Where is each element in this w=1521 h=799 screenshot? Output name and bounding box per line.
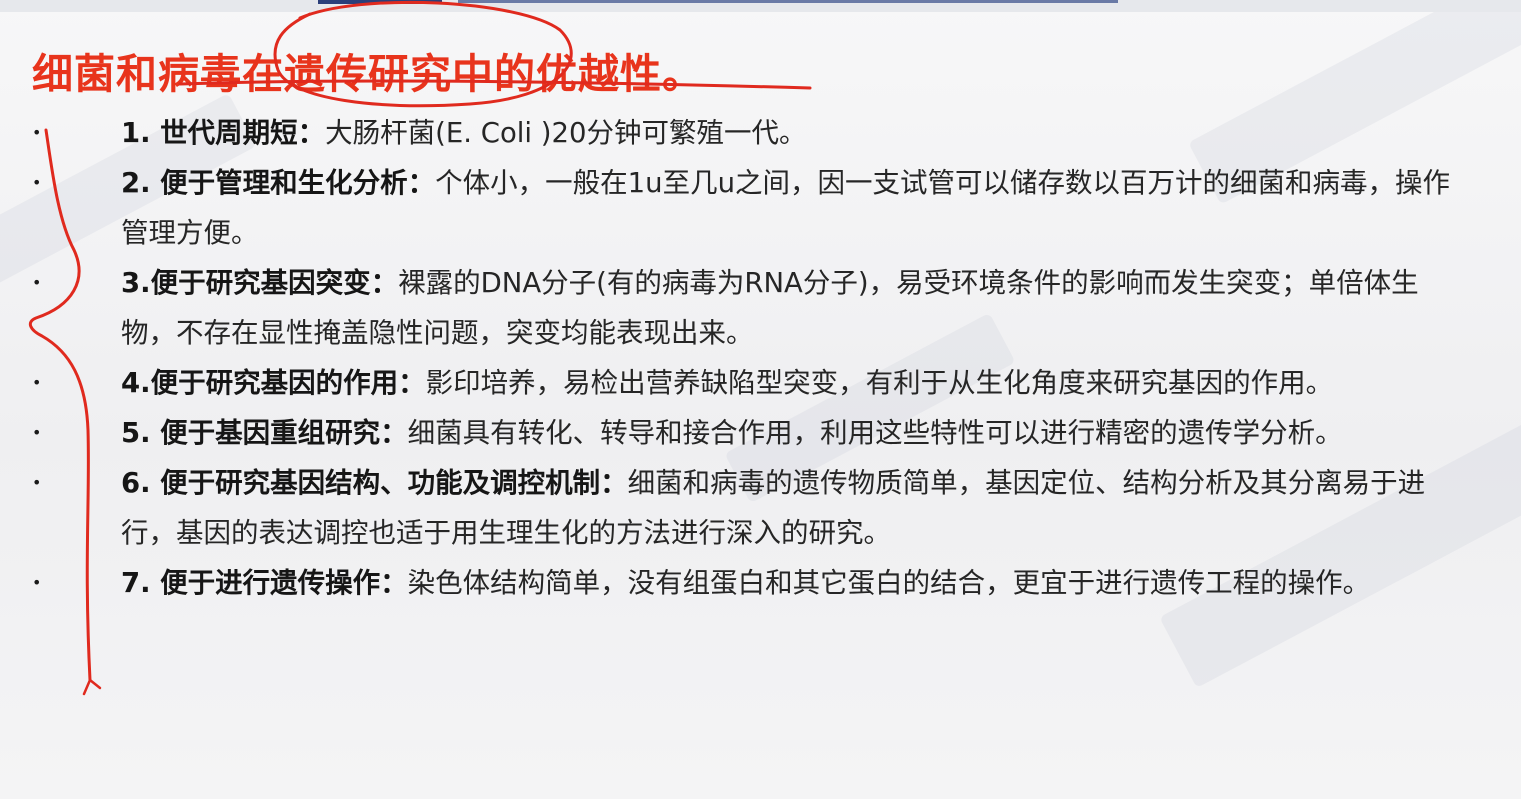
item-text: 大肠杆菌(E. Coli )20分钟可繁殖一代。	[325, 117, 807, 149]
slide-title: 细菌和病毒在遗传研究中的优越性。	[32, 50, 704, 98]
bullet-icon: •	[32, 173, 42, 192]
list-item: • 4.便于研究基因的作用：影印培养，易检出营养缺陷型突变，有利于从生化角度来研…	[0, 358, 1521, 408]
item-heading: 4.便于研究基因的作用：	[121, 367, 426, 399]
point-list: • 1. 世代周期短：大肠杆菌(E. Coli )20分钟可繁殖一代。 • 2.…	[0, 108, 1521, 608]
top-bar-segment	[318, 0, 442, 4]
list-item: • 6. 便于研究基因结构、功能及调控机制：细菌和病毒的遗传物质简单，基因定位、…	[0, 458, 1521, 558]
bullet-icon: •	[32, 473, 42, 492]
list-item: • 2. 便于管理和生化分析：个体小，一般在1u至几u之间，因一支试管可以储存数…	[0, 158, 1521, 258]
item-heading: 1. 世代周期短：	[121, 117, 326, 149]
top-bar	[0, 0, 1521, 12]
item-heading: 6. 便于研究基因结构、功能及调控机制：	[121, 467, 628, 499]
bullet-icon: •	[32, 373, 42, 392]
item-text: 细菌具有转化、转导和接合作用，利用这些特性可以进行精密的遗传学分析。	[407, 417, 1343, 449]
bullet-icon: •	[32, 123, 42, 142]
list-item: • 3.便于研究基因突变：裸露的DNA分子(有的病毒为RNA分子)，易受环境条件…	[0, 258, 1521, 358]
list-item: • 1. 世代周期短：大肠杆菌(E. Coli )20分钟可繁殖一代。	[0, 108, 1521, 158]
bullet-icon: •	[32, 423, 42, 442]
item-heading: 3.便于研究基因突变：	[121, 267, 399, 299]
item-heading: 2. 便于管理和生化分析：	[121, 167, 436, 199]
item-text: 染色体结构简单，没有组蛋白和其它蛋白的结合，更宜于进行遗传工程的操作。	[407, 567, 1371, 599]
item-heading: 5. 便于基因重组研究：	[121, 417, 408, 449]
bullet-icon: •	[32, 573, 42, 592]
top-bar-segment	[458, 0, 1118, 3]
item-text: 影印培养，易检出营养缺陷型突变，有利于从生化角度来研究基因的作用。	[425, 367, 1334, 399]
list-item: • 5. 便于基因重组研究：细菌具有转化、转导和接合作用，利用这些特性可以进行精…	[0, 408, 1521, 458]
slide: 细菌和病毒在遗传研究中的优越性。 • 1. 世代周期短：大肠杆菌(E. Coli…	[0, 0, 1521, 799]
bullet-icon: •	[32, 273, 42, 292]
item-heading: 7. 便于进行遗传操作：	[121, 567, 408, 599]
brace-tip-annotation	[82, 678, 102, 696]
list-item: • 7. 便于进行遗传操作：染色体结构简单，没有组蛋白和其它蛋白的结合，更宜于进…	[0, 558, 1521, 608]
